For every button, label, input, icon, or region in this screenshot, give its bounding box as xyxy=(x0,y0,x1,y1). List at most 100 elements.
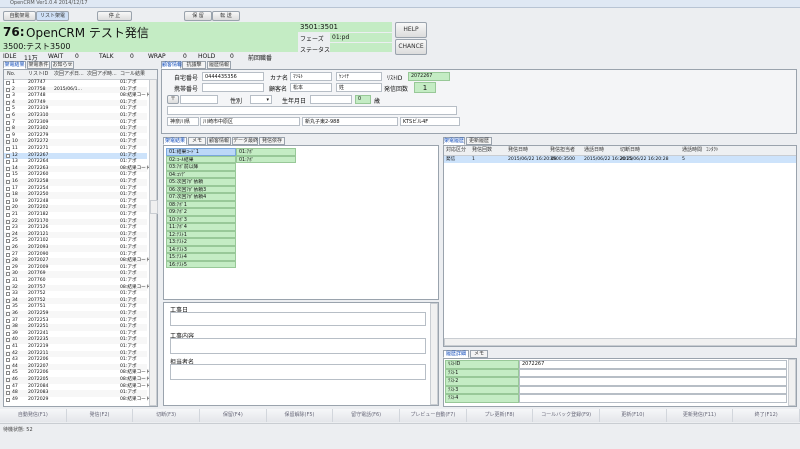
list-item[interactable]: 16 2072258 01:アポ xyxy=(4,179,147,186)
row-checkbox[interactable] xyxy=(6,206,10,211)
function-key-button[interactable]: 更新(F10) xyxy=(600,409,667,422)
list-item[interactable]: 21 2072182 01:アポ xyxy=(4,212,147,219)
row-checkbox[interactable] xyxy=(6,292,10,297)
mobile-field[interactable] xyxy=(202,83,264,92)
row-checkbox[interactable] xyxy=(6,384,10,389)
result-code-item[interactable]: 10:ｱﾎﾟ3 xyxy=(166,215,236,223)
row-checkbox[interactable] xyxy=(6,127,10,132)
list-item[interactable]: 40 2072235 01:アポ xyxy=(4,337,147,344)
row-checkbox[interactable] xyxy=(6,279,10,283)
result-code-item[interactable]: 14:ﾃｽﾄ3 xyxy=(166,245,236,253)
row-checkbox[interactable] xyxy=(6,173,10,178)
col-next-time[interactable]: 次回アポ時... xyxy=(87,70,117,79)
result-code-item[interactable]: 15:ﾃｽﾄ4 xyxy=(166,253,236,261)
history-col-header[interactable]: 発信担当者 xyxy=(550,146,575,155)
address-extra-field[interactable] xyxy=(167,106,457,115)
list-item[interactable]: 49 2072029 08:結果コード10 xyxy=(4,396,156,404)
row-checkbox[interactable] xyxy=(6,140,10,145)
row-checkbox[interactable] xyxy=(6,325,10,330)
list-item[interactable]: 11 2072271 01:アポ xyxy=(4,146,147,153)
result-code-item[interactable]: 08:ｱﾎﾟ1 xyxy=(166,200,236,208)
list-dial-button[interactable]: リスト架電 xyxy=(36,11,69,21)
row-checkbox[interactable] xyxy=(6,199,10,204)
kana-mei-field[interactable]: ｹﾝｲﾁ xyxy=(336,72,382,81)
row-checkbox[interactable] xyxy=(6,305,10,310)
row-checkbox[interactable] xyxy=(6,226,10,231)
function-key-button[interactable]: 保留(F4) xyxy=(200,409,267,422)
postal-button[interactable]: 〒 xyxy=(167,95,179,104)
result-code-item[interactable]: 07:次回ｱﾎﾟ依頼4 xyxy=(166,193,236,201)
col-list-id[interactable]: リストID xyxy=(28,70,48,79)
list-item[interactable]: 38 2072251 01:アポ xyxy=(4,324,147,331)
history-col-header[interactable]: 発信日時 xyxy=(508,146,528,155)
row-checkbox[interactable] xyxy=(6,160,10,165)
row-checkbox[interactable] xyxy=(6,232,10,237)
row-checkbox[interactable] xyxy=(6,312,10,316)
tab-customer[interactable]: 顧客情報 xyxy=(207,137,231,145)
list-item[interactable]: 5 2072319 01:アポ xyxy=(4,106,147,113)
row-checkbox[interactable] xyxy=(6,364,10,369)
row-checkbox[interactable] xyxy=(6,351,10,356)
tab-history-detail[interactable]: 履歴詳細 xyxy=(443,350,469,358)
row-checkbox[interactable] xyxy=(6,391,10,396)
list-item[interactable]: 46 2072205 08:結果コード10 xyxy=(4,377,156,384)
gender-select[interactable]: ▾ xyxy=(250,95,272,104)
row-checkbox[interactable] xyxy=(6,147,10,151)
list-item[interactable]: 28 2072027 08:結果コード10 xyxy=(4,258,156,265)
home-phone-field[interactable]: 0444435356 xyxy=(202,72,264,81)
tab-history-info[interactable]: 履歴情報 xyxy=(207,61,231,69)
history-col-header[interactable]: 切断日時 xyxy=(620,146,640,155)
list-item[interactable]: 20 2072202 01:アポ xyxy=(4,205,147,212)
row-checkbox[interactable] xyxy=(6,180,10,184)
list-item[interactable]: 43 2072206 01:アポ xyxy=(4,357,147,364)
list-item[interactable]: 30 207769 01:アポ xyxy=(4,271,147,278)
list-item[interactable]: 48 2072083 01:アポ xyxy=(4,390,147,397)
row-checkbox[interactable] xyxy=(6,298,10,303)
row-checkbox[interactable] xyxy=(6,358,10,363)
row-checkbox[interactable] xyxy=(6,397,10,402)
row-checkbox[interactable] xyxy=(6,213,10,217)
row-checkbox[interactable] xyxy=(6,272,10,277)
row-checkbox[interactable] xyxy=(6,338,10,343)
list-item[interactable]: 3 207748 08:結果コード10 xyxy=(4,93,156,100)
row-checkbox[interactable] xyxy=(6,285,10,290)
postal-field[interactable] xyxy=(180,95,218,104)
result-code-item[interactable]: 06:次回ｱﾎﾟ依頼3 xyxy=(166,185,236,193)
function-key-button[interactable]: 切断(F3) xyxy=(133,409,200,422)
help-button[interactable]: HELP xyxy=(395,22,427,38)
transfer-button[interactable]: 転 送 xyxy=(212,11,240,21)
row-checkbox[interactable] xyxy=(6,219,10,224)
tab-data-final[interactable]: データ最終 xyxy=(232,137,258,145)
function-key-button[interactable]: プレビュー自動(F7) xyxy=(400,409,467,422)
list-item[interactable]: 26 2072093 01:アポ xyxy=(4,245,147,252)
list-item[interactable]: 18 2072250 01:アポ xyxy=(4,192,147,199)
history-hscrollbar[interactable] xyxy=(444,338,796,346)
address-city-field[interactable]: 川崎市中原区 xyxy=(200,117,300,126)
result-code-item[interactable]: 01:結果ｺｰﾄﾞ1 xyxy=(166,148,236,156)
list-item[interactable]: 10 2072272 01:アポ xyxy=(4,139,147,146)
row-checkbox[interactable] xyxy=(6,371,10,376)
address-building-field[interactable]: KTSビル4F xyxy=(400,117,460,126)
row-checkbox[interactable] xyxy=(6,94,10,99)
result-code-item[interactable]: 05:次回ｱﾎﾟ依頼 xyxy=(166,178,236,186)
result-code-item[interactable]: 12:ﾃｽﾄ1 xyxy=(166,230,236,238)
function-key-button[interactable]: 終了(F12) xyxy=(733,409,800,422)
row-checkbox[interactable] xyxy=(6,81,10,85)
row-checkbox[interactable] xyxy=(6,318,10,323)
history-col-header[interactable]: 発信回数 xyxy=(472,146,492,155)
result-code-item[interactable]: 02:ｺｰﾙ結果 xyxy=(166,155,236,163)
work-date-field[interactable] xyxy=(170,312,426,326)
row-checkbox[interactable] xyxy=(6,193,10,198)
list-item[interactable]: 15 2072260 01:アポ xyxy=(4,172,147,179)
table-row[interactable]: 発信 1 2015/06/22 16:20:09 3500:3500 2015/06/2… xyxy=(444,156,796,163)
result-detail-item[interactable]: 01:ｱﾎﾟ xyxy=(236,155,296,163)
history-col-header[interactable]: 通話時間 xyxy=(682,146,702,155)
result-code-item[interactable]: 13:ﾃｽﾄ2 xyxy=(166,238,236,246)
row-checkbox[interactable] xyxy=(6,259,10,264)
function-key-button[interactable]: 発信(F2) xyxy=(66,409,134,422)
kana-sei-field[interactable]: ﾏﾂﾓﾄ xyxy=(290,72,332,81)
tab-result[interactable]: 架電結果 xyxy=(163,137,187,145)
result-code-item[interactable]: 11:ｱﾎﾟ4 xyxy=(166,223,236,231)
list-item[interactable]: 45 2072206 08:結果コード10 xyxy=(4,370,156,377)
function-key-button[interactable]: 自動発信(F1) xyxy=(0,409,67,422)
